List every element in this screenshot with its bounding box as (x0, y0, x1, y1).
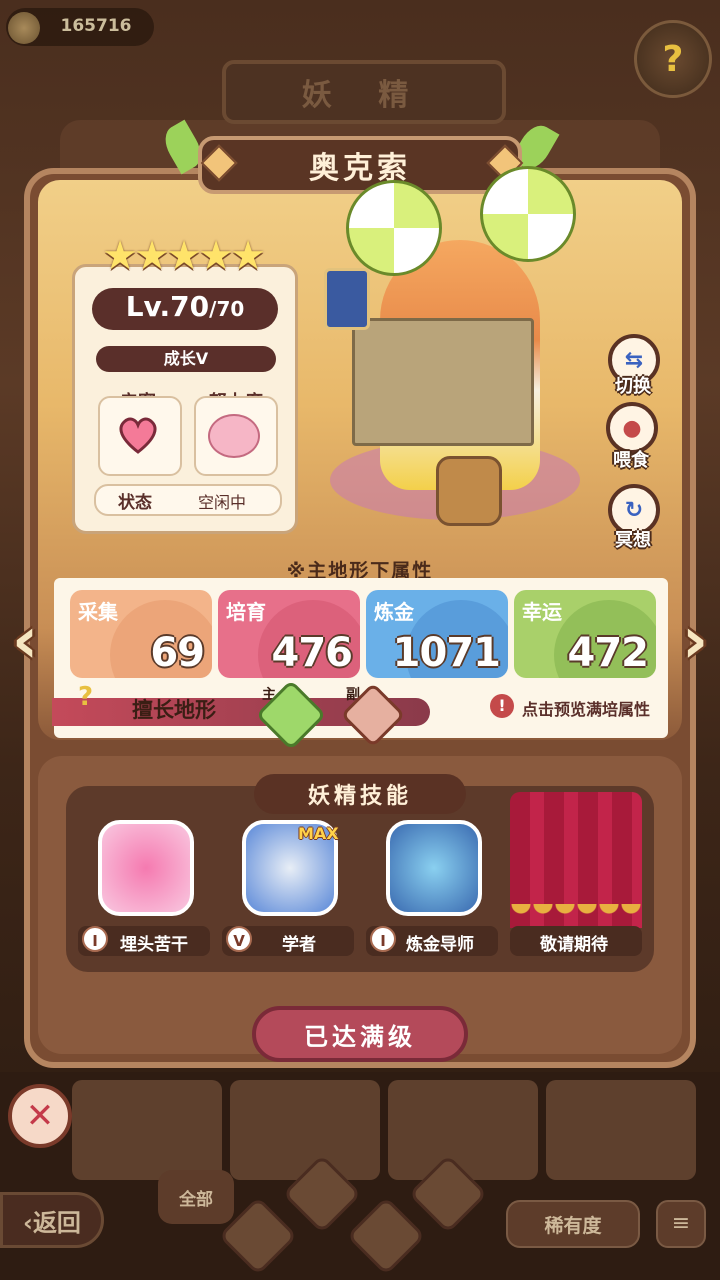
attr-alchemy: 炼金 1071 (366, 590, 508, 678)
skill-label: 埋头苦干 (120, 935, 188, 955)
basket-icon (436, 456, 502, 526)
close-icon: ✕ (25, 1096, 55, 1136)
attr-gather: 采集 69 (70, 590, 212, 678)
skill-grade-badge: V (226, 926, 252, 952)
level-value: Lv.70 (125, 290, 210, 323)
roster-card[interactable] (388, 1080, 538, 1180)
skill-label: 炼金导师 (406, 935, 474, 955)
status-label: 状态 (118, 493, 152, 513)
skill-alchemy-mentor-icon[interactable] (386, 820, 482, 916)
skill-diligent-icon[interactable] (98, 820, 194, 916)
skills-title: 妖精技能 (254, 774, 466, 814)
attr-value: 1071 (392, 630, 501, 676)
fairy-name: 奥克索 (198, 136, 522, 194)
curtain-trim (510, 904, 642, 924)
skill-label: 学者 (282, 935, 316, 955)
question-icon: ? (78, 682, 94, 712)
heart-icon (119, 417, 157, 454)
prev-fairy-arrow[interactable]: ‹ (2, 606, 48, 676)
rarity-sort-button[interactable]: 稀有度 (506, 1200, 640, 1248)
help-button[interactable]: ? (634, 20, 712, 98)
attr-luck: 幸运 472 (514, 590, 656, 678)
sort-icon: ≡ (671, 1211, 691, 1236)
attr-value: 476 (271, 630, 353, 676)
status-value: 空闲中 (198, 493, 247, 512)
terrain-label: 擅长地形 (132, 698, 216, 722)
meat-icon: ● (622, 415, 642, 441)
roster-card[interactable] (546, 1080, 696, 1180)
close-button[interactable]: ✕ (8, 1084, 72, 1148)
switch-label: 切换 (615, 376, 651, 397)
max-level-button[interactable]: 已达满级 (252, 1006, 468, 1062)
feed-label: 喂食 (613, 450, 649, 471)
meditate-icon: ↻ (624, 497, 644, 523)
attr-value: 472 (567, 630, 649, 676)
attr-nurture: 培育 476 (218, 590, 360, 678)
roster-card[interactable] (230, 1080, 380, 1180)
star-icon: ★ (230, 233, 266, 279)
currency-value: 165716 (60, 16, 132, 36)
growth-badge: 成长V (96, 346, 276, 372)
skill-grade-badge: I (82, 926, 108, 952)
level-max: /70 (209, 297, 245, 321)
attr-label: 幸运 (522, 600, 562, 624)
coin-icon (8, 12, 40, 44)
filter-all-button[interactable]: 全部 (158, 1170, 234, 1224)
pinwheel-icon (346, 180, 442, 276)
roster-card[interactable] (72, 1080, 222, 1180)
next-fairy-arrow[interactable]: › (672, 606, 718, 676)
attr-value: 69 (150, 630, 205, 676)
sort-button[interactable]: ≡ (656, 1200, 706, 1248)
page-title: 妖 精 (222, 60, 506, 124)
max-badge: MAX (298, 824, 339, 843)
skill-grade-badge: I (370, 926, 396, 952)
switch-icon: ⇆ (624, 347, 644, 373)
back-button[interactable]: ‹返回 (0, 1192, 104, 1248)
card-icon[interactable] (324, 268, 370, 330)
level-display: Lv.70/70 (92, 288, 278, 330)
map-icon (352, 318, 534, 446)
effort-face-icon (208, 414, 260, 458)
attr-label: 培育 (226, 600, 266, 624)
skill-label: 敬请期待 (540, 935, 608, 955)
question-icon: ? (662, 38, 684, 80)
attr-label: 炼金 (374, 600, 414, 624)
alert-icon: ! (490, 694, 514, 718)
attr-label: 采集 (78, 600, 118, 624)
pinwheel-icon (480, 166, 576, 262)
preview-max-link[interactable]: 点击预览满培属性 (522, 696, 650, 720)
meditate-label: 冥想 (615, 530, 651, 551)
